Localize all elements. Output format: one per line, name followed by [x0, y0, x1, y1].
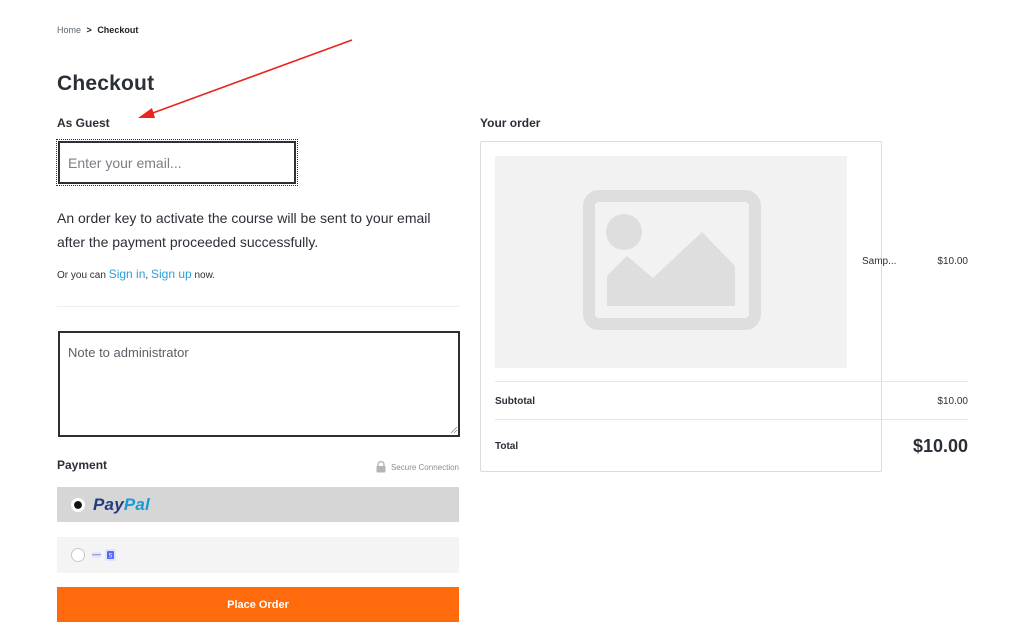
- admin-note-field[interactable]: [58, 331, 460, 437]
- paypal-radio[interactable]: [71, 497, 85, 512]
- sign-in-link[interactable]: Sign in: [109, 267, 146, 281]
- payment-option-paypal[interactable]: PayPal: [57, 487, 459, 522]
- card-radio[interactable]: [71, 548, 85, 562]
- total-value: $10.00: [912, 436, 968, 456]
- total-label: Total: [495, 441, 519, 452]
- order-divider: [495, 381, 968, 382]
- place-order-button[interactable]: Place Order: [57, 587, 459, 622]
- page-title: Checkout: [57, 72, 155, 95]
- signin-suffix: now.: [194, 270, 216, 281]
- card-icon: S: [92, 549, 116, 561]
- paypal-logo: PayPal: [93, 494, 150, 514]
- breadcrumb-home[interactable]: Home: [57, 25, 81, 35]
- breadcrumb-current: Checkout: [97, 25, 139, 35]
- payment-option-card[interactable]: S: [57, 537, 459, 573]
- signin-line: Or you can Sign in, Sign up now.: [57, 267, 215, 281]
- order-divider: [495, 419, 968, 420]
- email-field[interactable]: [56, 139, 298, 186]
- sign-up-link[interactable]: Sign up: [151, 267, 192, 281]
- breadcrumb-separator: >: [86, 25, 92, 35]
- order-item-price: $10.00: [937, 256, 968, 267]
- secure-text: Secure Connection: [390, 462, 459, 472]
- signin-prefix: Or you can: [57, 270, 106, 281]
- product-thumbnail: [495, 156, 847, 368]
- svg-text:S: S: [109, 553, 113, 560]
- payment-label: Payment: [57, 458, 108, 472]
- resize-grip-icon[interactable]: [450, 426, 458, 434]
- order-item-name: Samp...: [862, 256, 897, 267]
- secure-connection: Secure Connection: [375, 461, 459, 473]
- breadcrumb: Home > Checkout: [57, 25, 138, 35]
- image-placeholder-icon: [583, 190, 761, 330]
- order-key-note: An order key to activate the course will…: [57, 210, 431, 250]
- your-order-label: Your order: [480, 116, 541, 130]
- guest-label: As Guest: [57, 116, 110, 130]
- signin-comma: ,: [145, 270, 149, 281]
- subtotal-label: Subtotal: [495, 396, 535, 407]
- lock-icon: [376, 461, 386, 473]
- divider: [57, 306, 459, 307]
- subtotal-value: $10.00: [937, 396, 968, 407]
